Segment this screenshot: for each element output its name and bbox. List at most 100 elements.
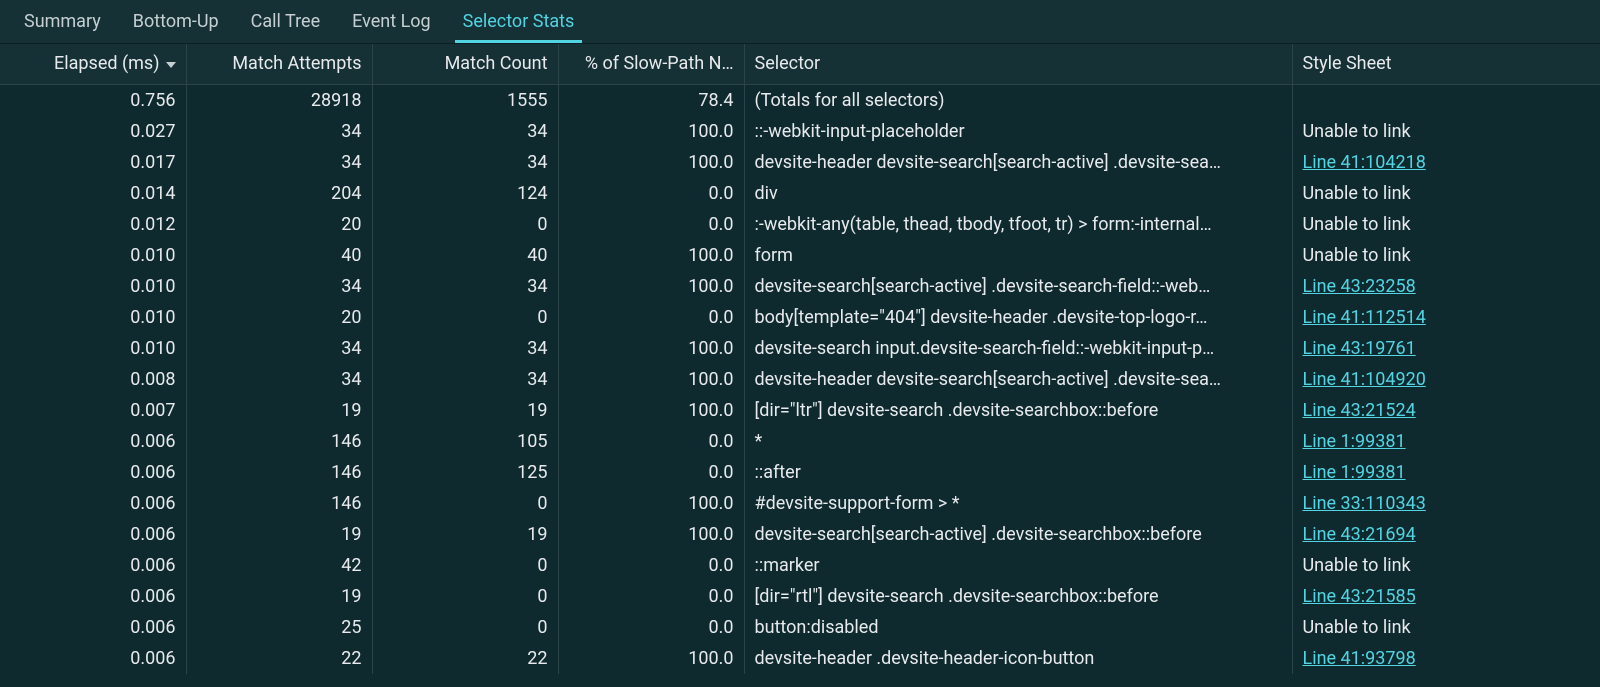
cell-attempts: 34	[186, 364, 372, 395]
table-row[interactable]: 0.0103434100.0devsite-search input.devsi…	[0, 333, 1600, 364]
selector-stats-table-wrapper: Elapsed (ms) Match Attempts Match Count % o…	[0, 44, 1600, 674]
table-row[interactable]: 0.0104040100.0formUnable to link	[0, 240, 1600, 271]
tab-call-tree[interactable]: Call Tree	[235, 1, 336, 42]
cell-stylesheet: Line 1:99381	[1292, 426, 1600, 457]
table-row[interactable]: 0.0062500.0button:disabledUnable to link	[0, 612, 1600, 643]
table-row[interactable]: 0.0061900.0[dir="rtl"] devsite-search .d…	[0, 581, 1600, 612]
cell-selector: :-webkit-any(table, thead, tbody, tfoot,…	[744, 209, 1292, 240]
stylesheet-link[interactable]: Line 41:104218	[1303, 152, 1426, 173]
cell-attempts: 19	[186, 581, 372, 612]
table-body: 0.75628918155578.4(Totals for all select…	[0, 84, 1600, 674]
cell-count: 40	[372, 240, 558, 271]
table-row[interactable]: 0.0273434100.0::-webkit-input-placeholde…	[0, 116, 1600, 147]
cell-stylesheet: Unable to link	[1292, 550, 1600, 581]
cell-count: 34	[372, 271, 558, 302]
cell-attempts: 40	[186, 240, 372, 271]
cell-stylesheet: Line 41:93798	[1292, 643, 1600, 674]
stylesheet-link[interactable]: Line 1:99381	[1303, 462, 1406, 483]
cell-selector: devsite-header .devsite-header-icon-butt…	[744, 643, 1292, 674]
table-row[interactable]: 0.0173434100.0devsite-header devsite-sea…	[0, 147, 1600, 178]
column-header-label: Style Sheet	[1303, 53, 1392, 74]
table-row[interactable]: 0.75628918155578.4(Totals for all select…	[0, 84, 1600, 116]
column-header-match-count[interactable]: Match Count	[372, 44, 558, 84]
cell-elapsed: 0.010	[0, 302, 186, 333]
table-row[interactable]: 0.0064200.0::markerUnable to link	[0, 550, 1600, 581]
stylesheet-link[interactable]: Line 43:21694	[1303, 524, 1416, 545]
column-header-style-sheet[interactable]: Style Sheet	[1292, 44, 1600, 84]
table-row[interactable]: 0.0103434100.0devsite-search[search-acti…	[0, 271, 1600, 302]
stylesheet-link[interactable]: Line 1:99381	[1303, 431, 1406, 452]
table-row[interactable]: 0.0122000.0:-webkit-any(table, thead, tb…	[0, 209, 1600, 240]
cell-slow: 100.0	[558, 333, 744, 364]
stylesheet-link[interactable]: Line 43:21524	[1303, 400, 1416, 421]
cell-elapsed: 0.012	[0, 209, 186, 240]
cell-slow: 0.0	[558, 302, 744, 333]
cell-stylesheet: Line 43:19761	[1292, 333, 1600, 364]
table-row[interactable]: 0.0061460100.0#devsite-support-form > *L…	[0, 488, 1600, 519]
column-header-label: Elapsed (ms)	[54, 53, 159, 74]
tab-bottom-up[interactable]: Bottom-Up	[117, 1, 235, 42]
cell-attempts: 20	[186, 302, 372, 333]
cell-count: 34	[372, 333, 558, 364]
cell-slow: 100.0	[558, 519, 744, 550]
cell-count: 124	[372, 178, 558, 209]
cell-attempts: 146	[186, 457, 372, 488]
cell-count: 105	[372, 426, 558, 457]
cell-elapsed: 0.007	[0, 395, 186, 426]
cell-stylesheet: Line 1:99381	[1292, 457, 1600, 488]
cell-selector: devsite-header devsite-search[search-act…	[744, 147, 1292, 178]
tab-event-log[interactable]: Event Log	[336, 1, 447, 42]
column-header-match-attempts[interactable]: Match Attempts	[186, 44, 372, 84]
stylesheet-link[interactable]: Line 41:112514	[1303, 307, 1426, 328]
cell-stylesheet: Unable to link	[1292, 612, 1600, 643]
table-row[interactable]: 0.0071919100.0[dir="ltr"] devsite-search…	[0, 395, 1600, 426]
cell-stylesheet: Unable to link	[1292, 240, 1600, 271]
table-row[interactable]: 0.0061461250.0::afterLine 1:99381	[0, 457, 1600, 488]
cell-attempts: 204	[186, 178, 372, 209]
cell-elapsed: 0.017	[0, 147, 186, 178]
stylesheet-link[interactable]: Line 43:19761	[1303, 338, 1416, 359]
table-row[interactable]: 0.0061919100.0devsite-search[search-acti…	[0, 519, 1600, 550]
cell-count: 0	[372, 612, 558, 643]
stylesheet-link[interactable]: Line 33:110343	[1303, 493, 1426, 514]
table-row[interactable]: 0.0062222100.0devsite-header .devsite-he…	[0, 643, 1600, 674]
cell-slow: 100.0	[558, 240, 744, 271]
cell-count: 0	[372, 550, 558, 581]
cell-stylesheet	[1292, 84, 1600, 116]
tab-summary[interactable]: Summary	[8, 1, 117, 42]
column-header-label: Match Count	[445, 53, 548, 74]
cell-stylesheet: Line 33:110343	[1292, 488, 1600, 519]
cell-count: 34	[372, 364, 558, 395]
stylesheet-link[interactable]: Line 43:21585	[1303, 586, 1416, 607]
table-row[interactable]: 0.0142041240.0divUnable to link	[0, 178, 1600, 209]
table-row[interactable]: 0.0061461050.0*Line 1:99381	[0, 426, 1600, 457]
stylesheet-link[interactable]: Line 41:93798	[1303, 648, 1416, 669]
cell-attempts: 28918	[186, 84, 372, 116]
column-header-selector[interactable]: Selector	[744, 44, 1292, 84]
cell-elapsed: 0.014	[0, 178, 186, 209]
cell-elapsed: 0.006	[0, 519, 186, 550]
cell-selector: *	[744, 426, 1292, 457]
cell-selector: ::after	[744, 457, 1292, 488]
table-row[interactable]: 0.0083434100.0devsite-header devsite-sea…	[0, 364, 1600, 395]
column-header-of-slow-path-n[interactable]: % of Slow-Path N…	[558, 44, 744, 84]
cell-elapsed: 0.756	[0, 84, 186, 116]
cell-elapsed: 0.010	[0, 240, 186, 271]
cell-elapsed: 0.006	[0, 612, 186, 643]
cell-count: 0	[372, 302, 558, 333]
cell-attempts: 34	[186, 333, 372, 364]
cell-slow: 0.0	[558, 209, 744, 240]
column-header-label: % of Slow-Path N…	[585, 53, 734, 74]
table-row[interactable]: 0.0102000.0body[template="404"] devsite-…	[0, 302, 1600, 333]
cell-stylesheet: Line 43:23258	[1292, 271, 1600, 302]
cell-count: 19	[372, 395, 558, 426]
stylesheet-link[interactable]: Line 41:104920	[1303, 369, 1426, 390]
cell-count: 125	[372, 457, 558, 488]
cell-elapsed: 0.006	[0, 643, 186, 674]
cell-slow: 100.0	[558, 147, 744, 178]
column-header-elapsed-ms[interactable]: Elapsed (ms)	[0, 44, 186, 84]
cell-stylesheet: Unable to link	[1292, 178, 1600, 209]
tab-selector-stats[interactable]: Selector Stats	[447, 1, 591, 42]
stylesheet-link[interactable]: Line 43:23258	[1303, 276, 1416, 297]
cell-attempts: 19	[186, 395, 372, 426]
